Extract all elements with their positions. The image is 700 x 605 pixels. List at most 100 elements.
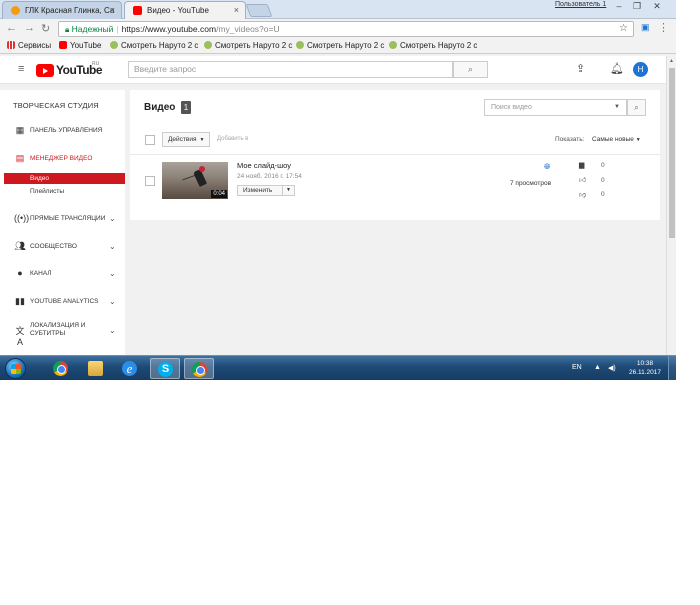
naruto-icon xyxy=(204,41,212,49)
sidebar-subitem-playlists[interactable]: Плейлисты xyxy=(4,186,125,197)
minimize-icon[interactable]: – xyxy=(610,0,628,13)
language-indicator[interactable]: EN xyxy=(572,364,582,371)
avatar[interactable]: Н xyxy=(633,62,648,77)
lock-icon: 🔒︎ xyxy=(65,25,70,34)
caret-down-icon: ▼ xyxy=(286,187,291,193)
bookmark-naruto-4[interactable]: Смотреть Наруто 2 с xyxy=(389,41,477,50)
clock-date: 26.11.2017 xyxy=(628,369,662,376)
chevron-down-icon: ⌄ xyxy=(109,297,116,306)
start-button[interactable] xyxy=(5,358,26,379)
address-bar[interactable]: 🔒︎ Надежный | https://www.youtube.com/my_v… xyxy=(58,21,634,37)
translate-icon: 文A xyxy=(15,326,25,347)
show-desktop-button[interactable] xyxy=(668,356,676,380)
windows-taskbar: e S EN ▲ ◀) 10:38 26.11.2017 xyxy=(0,355,676,380)
edit-dropdown-button[interactable]: ▼ xyxy=(283,185,295,196)
folder-icon xyxy=(88,361,103,376)
bookmark-youtube[interactable]: YouTube xyxy=(59,41,101,50)
new-tab-button[interactable] xyxy=(245,4,273,17)
video-row-checkbox[interactable] xyxy=(145,176,155,186)
tab-glk[interactable]: ГЛК Красная Глинка, Са × xyxy=(2,1,122,19)
taskbar-explorer[interactable] xyxy=(81,358,111,379)
video-date: 24 нояб. 2016 г. 17:54 xyxy=(237,173,302,180)
tab-title: Видео - YouTube xyxy=(147,6,209,15)
close-tab-icon[interactable]: × xyxy=(234,5,239,15)
naruto-icon xyxy=(389,41,397,49)
site-favicon-icon xyxy=(11,6,20,15)
video-search-input[interactable]: Поиск видео ▼ xyxy=(484,99,627,116)
bookmark-naruto-3[interactable]: Смотреть Наруто 2 с xyxy=(296,41,384,50)
thumbs-up-icon: 👍︎ xyxy=(579,177,587,184)
page-scrollbar[interactable]: ▲ xyxy=(666,56,676,360)
sidebar-subitem-videos[interactable]: Видео xyxy=(4,173,125,184)
taskbar-skype[interactable]: S xyxy=(150,358,180,379)
dislike-count: 0 xyxy=(601,191,605,198)
edit-video-button[interactable]: Изменить xyxy=(237,185,283,196)
youtube-header: ≡ YouTube RU Введите запрос ⌕ ⇪ 🔔︎ Н xyxy=(0,56,666,84)
back-icon[interactable]: ← xyxy=(6,22,17,34)
browser-tabstrip: ГЛК Красная Глинка, Са × Видео - YouTube… xyxy=(0,0,676,19)
video-thumbnail[interactable]: 0:04 xyxy=(162,162,228,199)
clock-time: 10:38 xyxy=(636,360,654,367)
video-manager-panel: Видео 1 Поиск видео ▼ ⌕ Действия ▼ Добави… xyxy=(130,90,660,220)
close-tab-icon[interactable]: × xyxy=(110,5,115,15)
search-icon: ⌕ xyxy=(467,64,474,74)
bookmark-apps[interactable]: Сервисы xyxy=(7,41,51,50)
taskbar-ie[interactable]: e xyxy=(115,358,145,379)
select-all-checkbox[interactable] xyxy=(145,135,155,145)
naruto-icon xyxy=(296,41,304,49)
forward-icon[interactable]: → xyxy=(24,22,35,34)
bookmark-naruto-1[interactable]: Смотреть Наруто 2 с xyxy=(110,41,198,50)
channel-icon: ● xyxy=(17,268,23,278)
sidebar-item-live[interactable]: ((•)) ПРЯМЫЕ ТРАНСЛЯЦИИ ⌄ xyxy=(0,213,125,227)
dropdown-arrow-icon[interactable]: ▼ xyxy=(614,100,620,115)
bookmark-naruto-2[interactable]: Смотреть Наруто 2 с xyxy=(204,41,292,50)
taskbar-chrome-window[interactable] xyxy=(184,358,214,379)
sort-select[interactable]: Самые новые ▼ xyxy=(592,136,641,143)
sidebar-item-community[interactable]: 👥︎ СООБЩЕСТВО ⌄ xyxy=(0,241,125,255)
notifications-bell-icon[interactable]: 🔔︎ xyxy=(610,62,624,75)
upload-icon[interactable]: ⇪ xyxy=(576,62,585,75)
analytics-icon: ▮▮ xyxy=(15,296,25,306)
search-input[interactable]: Введите запрос xyxy=(128,61,453,78)
chrome-icon xyxy=(53,361,68,376)
video-count-badge: 1 xyxy=(181,101,191,114)
bookmark-star-icon[interactable]: ☆ xyxy=(619,22,628,36)
sidebar-item-video-manager[interactable]: ▤ МЕНЕДЖЕР ВИДЕО xyxy=(0,153,125,167)
add-to-button[interactable]: Добавить в xyxy=(214,132,254,147)
browser-toolbar: ← → ↻ 🔒︎ Надежный | https://www.youtube.co… xyxy=(0,19,676,39)
sidebar-item-channel[interactable]: ● КАНАЛ ⌄ xyxy=(0,268,125,282)
hamburger-menu-icon[interactable]: ≡ xyxy=(18,63,24,75)
restore-icon[interactable]: ❐ xyxy=(628,0,646,13)
video-duration: 0:04 xyxy=(211,190,227,198)
volume-icon[interactable]: ◀) xyxy=(608,364,616,372)
video-title-link[interactable]: Мое слайд-шоу xyxy=(237,161,291,170)
taskbar-chrome[interactable] xyxy=(46,358,76,379)
video-search-button[interactable]: ⌕ xyxy=(627,99,646,116)
profile-button[interactable]: Пользователь 1 xyxy=(555,1,606,8)
tab-youtube[interactable]: Видео - YouTube × xyxy=(124,1,246,19)
reload-icon[interactable]: ↻ xyxy=(41,22,50,35)
url-path: /my_videos?o=U xyxy=(216,24,280,34)
menu-dots-icon[interactable]: ⋮ xyxy=(658,21,669,34)
tray-expand-icon[interactable]: ▲ xyxy=(594,364,601,371)
extension-icon[interactable]: ▣ xyxy=(641,22,650,33)
chevron-down-icon: ⌄ xyxy=(109,242,116,251)
search-icon: ⌕ xyxy=(634,103,639,112)
scrollbar-thumb[interactable] xyxy=(669,68,675,238)
youtube-icon xyxy=(59,41,67,49)
divider xyxy=(130,154,660,155)
chrome-icon xyxy=(192,362,207,377)
studio-sidebar: ТВОРЧЕСКАЯ СТУДИЯ ▦ ПАНЕЛЬ УПРАВЛЕНИЯ ▤ … xyxy=(0,90,125,360)
sidebar-item-dashboard[interactable]: ▦ ПАНЕЛЬ УПРАВЛЕНИЯ xyxy=(0,125,125,139)
sidebar-item-analytics[interactable]: ▮▮ YOUTUBE ANALYTICS ⌄ xyxy=(0,296,125,310)
chevron-down-icon: ⌄ xyxy=(109,326,116,335)
show-label: Показать: xyxy=(555,136,585,143)
view-count[interactable]: 7 просмотров xyxy=(510,180,551,187)
system-clock[interactable]: 10:38 26.11.2017 xyxy=(624,359,666,377)
scroll-up-icon[interactable]: ▲ xyxy=(669,58,674,64)
close-window-icon[interactable]: ✕ xyxy=(648,0,666,13)
actions-button[interactable]: Действия ▼ xyxy=(162,132,210,147)
dashboard-icon: ▦ xyxy=(15,125,25,135)
search-button[interactable]: ⌕ xyxy=(453,61,488,78)
sidebar-item-localization[interactable]: 文A ЛОКАЛИЗАЦИЯ И СУБТИТРЫ ⌄ xyxy=(0,322,125,347)
